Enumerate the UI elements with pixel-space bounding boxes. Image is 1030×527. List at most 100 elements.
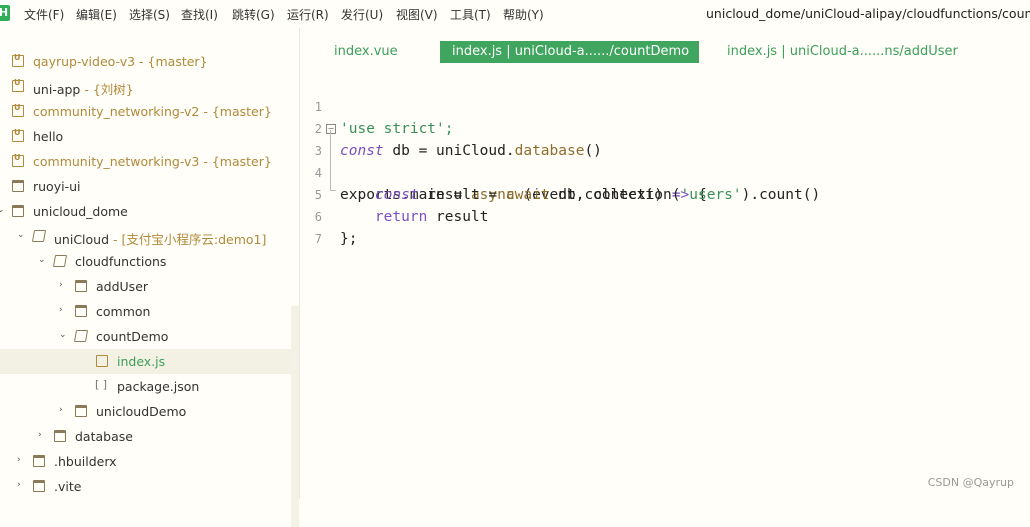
hbuilderx-logo-icon: H xyxy=(0,5,10,21)
tree-item-label: common xyxy=(96,304,151,319)
chevron-right-icon[interactable]: › xyxy=(0,106,5,115)
git-branch-label: - {刘树} xyxy=(80,82,134,97)
project-icon xyxy=(12,53,24,67)
folder-open-icon xyxy=(73,330,89,342)
chevron-down-icon[interactable]: ⌄ xyxy=(59,331,67,340)
tree-item-folder[interactable]: ⌄ cloudfunctions xyxy=(0,249,291,274)
tree-item-label: database xyxy=(75,429,133,444)
code-line: 5 return result xyxy=(300,162,1030,225)
chevron-right-icon[interactable]: › xyxy=(59,406,67,415)
menu-find[interactable]: 查找(I) xyxy=(181,6,218,23)
chevron-right-icon[interactable]: › xyxy=(0,131,5,140)
project-icon xyxy=(12,78,24,92)
tree-item-folder[interactable]: › unicloudDemo xyxy=(0,399,291,424)
chevron-right-icon[interactable]: › xyxy=(0,181,5,190)
sidebar-scrollbar[interactable] xyxy=(291,306,299,527)
project-icon xyxy=(12,153,24,167)
tab-index-vue[interactable]: index.vue xyxy=(334,41,398,63)
fold-guide xyxy=(330,130,336,191)
git-branch-label: - {master} xyxy=(199,104,272,119)
tree-item-folder[interactable]: › addUser xyxy=(0,274,291,299)
tab-index-js-adduser[interactable]: index.js | uniCloud-a......ns/addUser xyxy=(727,41,958,63)
folder-open-icon xyxy=(31,230,47,242)
menu-bar: H 文件(F) 编辑(E) 选择(S) 查找(I) 跳转(G) 运行(R) 发行… xyxy=(0,0,1030,28)
tree-item-label: qayrup-video-v3 xyxy=(33,54,136,69)
tree-item-project[interactable]: › qayrup-video-v3 - {master} xyxy=(0,49,291,74)
code-editor[interactable]: 1 'use strict'; 2 const db = uniCloud.da… xyxy=(300,66,1030,499)
chevron-right-icon[interactable]: › xyxy=(17,456,25,465)
line-number: 7 xyxy=(314,232,322,246)
code-line: 1 'use strict'; xyxy=(300,74,1030,137)
folder-icon xyxy=(54,430,66,442)
code-line: 4 const result = await db.collection('us… xyxy=(300,140,1030,203)
menu-publish[interactable]: 发行(U) xyxy=(341,6,383,23)
project-explorer: › qayrup-video-v3 - {master} › uni-app -… xyxy=(0,28,300,527)
json-file-icon: [ ] xyxy=(95,378,108,391)
js-file-icon xyxy=(96,355,108,367)
code-line: 3 − exports.main = async (event, context… xyxy=(300,118,1030,203)
chevron-right-icon[interactable]: › xyxy=(38,431,46,440)
tree-item-label: index.js xyxy=(117,354,166,369)
menu-help[interactable]: 帮助(Y) xyxy=(503,6,544,23)
tree-item-folder[interactable]: ⌄ uniCloud - [支付宝小程序云:demo1] xyxy=(0,224,291,249)
tree-item-project[interactable]: › community_networking-v2 - {master} xyxy=(0,99,291,124)
tree-item-label: .hbuilderx xyxy=(54,454,117,469)
tree-item-project[interactable]: › hello xyxy=(0,124,291,149)
menu-select[interactable]: 选择(S) xyxy=(129,6,170,23)
tree-item-folder[interactable]: › .hbuilderx xyxy=(0,449,291,474)
tree-item-label: community_networking-v3 xyxy=(33,154,200,169)
editor-tab-bar: index.vue index.js | uniCloud-a....../co… xyxy=(300,28,1030,66)
chevron-down-icon[interactable]: ⌄ xyxy=(38,256,46,265)
tree-item-folder[interactable]: ⌄ countDemo xyxy=(0,324,291,349)
folder-icon xyxy=(33,455,45,467)
tree-item-label: ruoyi-ui xyxy=(33,179,81,194)
tree-item-project[interactable]: ⌄ unicloud_dome xyxy=(0,199,291,224)
code-line: 6 }; xyxy=(300,184,1030,247)
chevron-right-icon[interactable]: › xyxy=(0,56,5,65)
chevron-right-icon[interactable]: › xyxy=(17,481,25,490)
tree-item-folder[interactable]: › .vite xyxy=(0,474,291,499)
chevron-down-icon[interactable]: ⌄ xyxy=(0,206,5,215)
tree-item-folder[interactable]: › common xyxy=(0,299,291,324)
chevron-right-icon[interactable]: › xyxy=(59,281,67,290)
chevron-right-icon[interactable]: › xyxy=(0,156,5,165)
tree-item-label: uniCloud xyxy=(54,232,110,247)
tree-item-file[interactable]: [ ] package.json xyxy=(0,374,291,399)
tree-item-label: .vite xyxy=(54,479,82,494)
folder-icon xyxy=(75,280,87,292)
code-text: }; xyxy=(340,228,357,250)
menu-run[interactable]: 运行(R) xyxy=(287,6,329,23)
cloud-space-label: - [支付宝小程序云:demo1] xyxy=(109,232,267,247)
window-title: unicloud_dome/uniCloud-alipay/cloudfunct… xyxy=(706,6,1030,21)
tree-item-label: addUser xyxy=(96,279,149,294)
menu-file[interactable]: 文件(F) xyxy=(24,6,64,23)
chevron-down-icon[interactable]: ⌄ xyxy=(17,231,25,240)
tree-item-file-selected[interactable]: index.js xyxy=(0,349,291,374)
tree-item-project[interactable]: › ruoyi-ui xyxy=(0,174,291,199)
chevron-right-icon[interactable]: › xyxy=(59,306,67,315)
code-token: }; xyxy=(340,231,358,247)
watermark: CSDN @Qayrup xyxy=(927,476,1014,489)
tree-item-label: uni-app xyxy=(33,82,81,97)
folder-icon xyxy=(12,205,24,217)
tree-item-label: unicloudDemo xyxy=(96,404,187,419)
tree-item-label: cloudfunctions xyxy=(75,254,167,269)
menu-edit[interactable]: 编辑(E) xyxy=(76,6,117,23)
tree-item-project[interactable]: › community_networking-v3 - {master} xyxy=(0,149,291,174)
folder-icon xyxy=(75,405,87,417)
tree-item-label: hello xyxy=(33,129,64,144)
tree-item-folder[interactable]: › database xyxy=(0,424,291,449)
tree-item-label: community_networking-v2 xyxy=(33,104,200,119)
folder-open-icon xyxy=(52,255,68,267)
tree-item-project[interactable]: › uni-app - {刘树} xyxy=(0,74,291,99)
folder-icon xyxy=(12,180,24,192)
code-line: 7 xyxy=(300,206,1030,246)
tab-index-js-countdemo[interactable]: index.js | uniCloud-a....../countDemo xyxy=(440,41,699,63)
menu-tools[interactable]: 工具(T) xyxy=(450,6,491,23)
project-icon xyxy=(12,103,24,117)
chevron-right-icon[interactable]: › xyxy=(0,81,5,90)
menu-goto[interactable]: 跳转(G) xyxy=(232,6,275,23)
tree-item-label: package.json xyxy=(117,379,200,394)
code-line: 2 const db = uniCloud.database() xyxy=(300,96,1030,159)
menu-view[interactable]: 视图(V) xyxy=(396,6,438,23)
